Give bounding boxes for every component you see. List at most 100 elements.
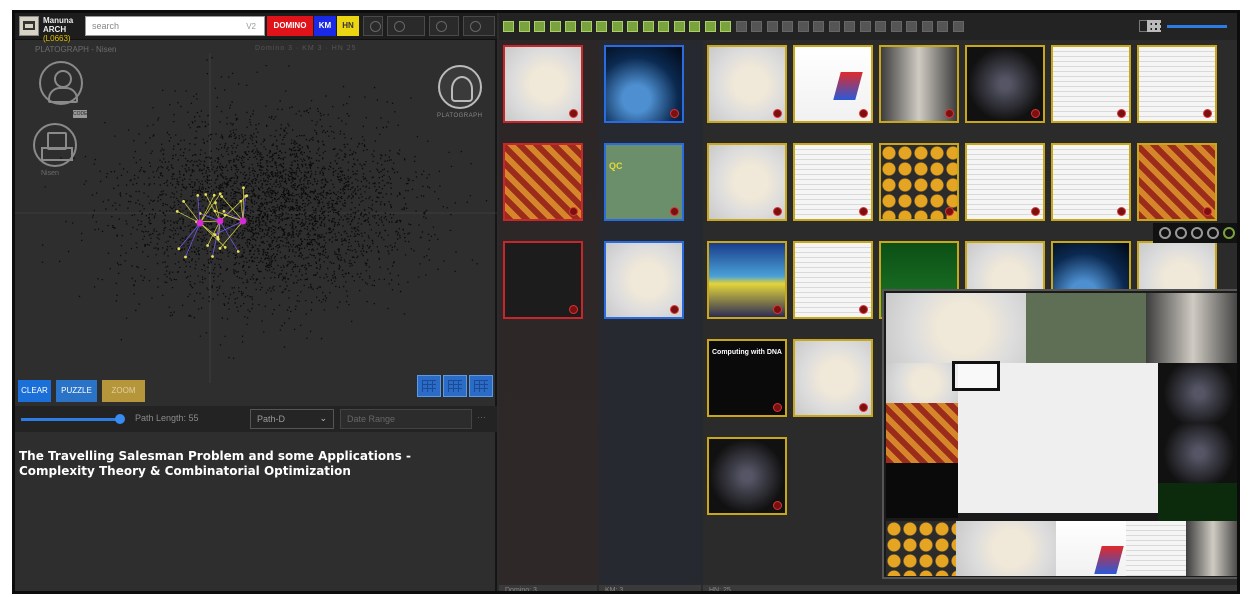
neighbor-node[interactable] [242, 186, 245, 190]
category-filter-icon[interactable] [673, 21, 685, 32]
category-filter-icon[interactable] [627, 21, 638, 32]
category-filter-icon[interactable] [503, 21, 514, 32]
neighbor-node[interactable] [206, 244, 210, 247]
clear-button[interactable]: CLEAR [18, 380, 51, 402]
remove-icon[interactable] [773, 305, 782, 314]
remove-icon[interactable] [569, 207, 578, 216]
neighbor-node[interactable] [182, 200, 186, 203]
neighbor-node[interactable] [223, 246, 227, 249]
category-filter-icon[interactable] [549, 21, 561, 32]
neighbor-node[interactable] [218, 247, 222, 250]
puzzle-button[interactable]: PUZZLE [56, 380, 97, 402]
remove-icon[interactable] [569, 305, 578, 314]
list-view-icon[interactable] [417, 375, 441, 397]
thumbnail[interactable]: QC [604, 143, 684, 221]
remove-icon[interactable] [1117, 109, 1126, 118]
category-filter-icon[interactable] [565, 21, 576, 32]
thumbnail[interactable] [503, 45, 583, 123]
neighbor-node[interactable] [222, 209, 226, 213]
computer-avatar-icon[interactable] [33, 123, 77, 167]
category-filter-icon[interactable] [689, 21, 700, 32]
remove-icon[interactable] [945, 207, 954, 216]
zoom-button[interactable]: ZOOM [102, 380, 145, 402]
user-avatar-icon[interactable] [39, 61, 83, 105]
tile-view-icon[interactable] [469, 375, 493, 397]
remove-icon[interactable] [773, 501, 782, 510]
thumbnail[interactable] [965, 143, 1045, 221]
neighbor-node[interactable] [236, 250, 240, 253]
thumbnail[interactable] [503, 143, 583, 221]
remove-icon[interactable] [1031, 207, 1040, 216]
date-range-field[interactable]: Date Range [340, 409, 472, 429]
domino-filter-button[interactable]: DOMINO [267, 16, 313, 36]
remove-icon[interactable] [773, 207, 782, 216]
category-filter-icon[interactable] [952, 21, 964, 32]
thumbnail[interactable] [604, 241, 684, 319]
selected-node[interactable] [216, 217, 224, 225]
more-options-icon[interactable]: ··· [477, 412, 486, 422]
category-filter-icon[interactable] [797, 21, 809, 32]
remove-icon[interactable] [859, 403, 868, 412]
neighbor-node[interactable] [177, 247, 181, 251]
rotate-icon[interactable] [1159, 227, 1171, 239]
path-length-slider[interactable] [21, 414, 125, 424]
thumbnail[interactable] [793, 45, 873, 123]
km-filter-button[interactable]: KM [314, 16, 336, 36]
category-filter-icon[interactable] [890, 21, 902, 32]
grid-icon[interactable] [1147, 20, 1161, 32]
neighbor-node[interactable] [211, 255, 214, 258]
point-cloud-graph[interactable] [15, 53, 497, 383]
category-filter-icon[interactable] [937, 21, 948, 32]
search-tool-icon[interactable] [363, 16, 383, 36]
puzzle-zoom-view[interactable] [882, 289, 1237, 579]
zoom-tool-icon[interactable] [463, 16, 495, 36]
grid-view-icon[interactable] [443, 375, 467, 397]
category-filter-icon[interactable] [906, 21, 917, 32]
neighbor-node[interactable] [196, 194, 200, 197]
remove-icon[interactable] [773, 403, 782, 412]
thumbnail[interactable] [707, 45, 787, 123]
thumbnail[interactable] [1051, 45, 1131, 123]
remove-icon[interactable] [1031, 109, 1040, 118]
category-filter-icon[interactable] [580, 21, 592, 32]
thumbnail[interactable]: Computing with DNA [707, 339, 787, 417]
remove-icon[interactable] [569, 109, 578, 118]
tag-icon[interactable] [1223, 227, 1235, 239]
category-filter-icon[interactable] [518, 21, 530, 32]
remove-icon[interactable] [670, 305, 679, 314]
neighbor-node[interactable] [216, 235, 220, 239]
hn-filter-button[interactable]: HN [337, 16, 359, 36]
remove-icon[interactable] [945, 109, 954, 118]
category-filter-icon[interactable] [751, 21, 762, 32]
path-mode-select[interactable]: Path-D ⌄ [250, 409, 334, 429]
thumbnail[interactable] [604, 45, 684, 123]
neighbor-node[interactable] [204, 193, 208, 196]
remove-icon[interactable] [670, 109, 679, 118]
neighbor-node[interactable] [223, 213, 227, 217]
thumbnail[interactable] [1137, 45, 1217, 123]
thumbnail[interactable] [707, 437, 787, 515]
category-filter-icon[interactable] [921, 21, 933, 32]
category-filter-icon[interactable] [782, 21, 793, 32]
search-input[interactable]: search V2 [85, 16, 265, 36]
remove-icon[interactable] [773, 109, 782, 118]
neighbor-node[interactable] [244, 194, 248, 198]
category-filter-icon[interactable] [844, 21, 855, 32]
category-filter-icon[interactable] [828, 21, 840, 32]
neighbor-node[interactable] [212, 193, 216, 197]
thumbnail-size-slider[interactable] [1167, 25, 1227, 28]
info-icon[interactable] [1207, 227, 1219, 239]
thumbnail[interactable] [707, 143, 787, 221]
category-filter-icon[interactable] [735, 21, 747, 32]
share-icon[interactable] [1175, 227, 1187, 239]
remove-icon[interactable] [670, 207, 679, 216]
multi-search-tool-icon[interactable] [387, 16, 425, 36]
remove-icon[interactable] [1203, 109, 1212, 118]
thumbnail[interactable] [1137, 143, 1217, 221]
thumbnail[interactable] [879, 45, 959, 123]
compare-tool-icon[interactable] [429, 16, 459, 36]
neighbor-node[interactable] [213, 209, 217, 213]
neighbor-node[interactable] [175, 210, 179, 213]
neighbor-node[interactable] [213, 233, 217, 237]
neighbor-node[interactable] [218, 192, 222, 196]
